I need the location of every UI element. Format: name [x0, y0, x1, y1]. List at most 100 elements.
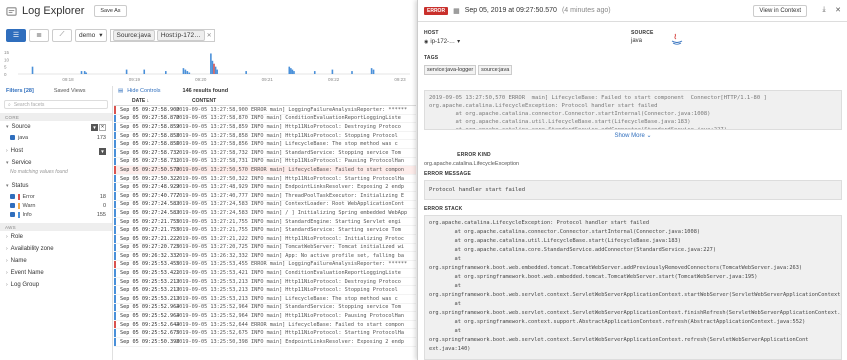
facet-value-java[interactable]: java 173: [0, 133, 112, 142]
histogram-bar[interactable]: [31, 66, 34, 74]
histogram-bar[interactable]: [370, 68, 373, 74]
facet-value-error[interactable]: Error 18: [0, 192, 112, 201]
histogram-bar[interactable]: [165, 71, 167, 74]
log-row[interactable]: Sep 05 09:27:50.570 2019-09-05 13:27:50,5…: [114, 166, 416, 175]
histogram-bar[interactable]: [331, 69, 334, 74]
view-in-context-button[interactable]: View in Context: [753, 5, 807, 17]
facet-search-input[interactable]: ⌕ Search facets: [4, 100, 108, 109]
log-row[interactable]: Sep 05 09:27:58.870 2019-09-05 13:27:58,8…: [114, 114, 416, 124]
search-chip-source[interactable]: Source:java: [112, 29, 155, 41]
log-row[interactable]: Sep 05 09:27:24.583 2019-09-05 13:27:24,5…: [114, 200, 416, 210]
exclude-icon[interactable]: ✕: [99, 123, 106, 131]
log-row[interactable]: Sep 05 09:25:53.213 2019-09-05 13:25:53,2…: [114, 277, 416, 287]
sidebar-toggle-icon[interactable]: ▤: [118, 88, 123, 94]
log-row[interactable]: Sep 05 09:27:58.732 2019-09-05 13:27:58,7…: [114, 148, 416, 158]
close-icon[interactable]: ✕: [833, 5, 843, 15]
histogram-bar[interactable]: [372, 69, 375, 74]
histogram-bar[interactable]: [184, 69, 187, 74]
source-value[interactable]: java: [631, 38, 654, 44]
facet-role[interactable]: › Role: [0, 231, 112, 243]
save-as-button[interactable]: Save As: [94, 5, 127, 17]
histogram-bar[interactable]: [186, 71, 189, 74]
checkbox-icon[interactable]: [10, 212, 15, 217]
list-view-button[interactable]: ☰: [6, 28, 26, 42]
log-row[interactable]: Sep 05 09:27:21.755 2019-09-05 13:27:21,7…: [114, 226, 416, 235]
log-row[interactable]: Sep 05 09:27:58.731 2019-09-05 13:27:58,7…: [114, 157, 416, 167]
histogram-bar[interactable]: [293, 71, 295, 74]
timeseries-view-button[interactable]: ⟋: [52, 28, 72, 42]
histogram-bar[interactable]: [291, 69, 294, 74]
facet-value-warn[interactable]: Warn 0: [0, 201, 112, 210]
log-row[interactable]: Sep 05 09:27:58.858 2019-09-05 13:27:58,8…: [114, 131, 416, 141]
checkbox-icon[interactable]: [10, 135, 15, 140]
log-row[interactable]: Sep 05 09:27:40.777 2019-09-05 13:27:40,7…: [114, 191, 416, 201]
facet-status[interactable]: ▾ Status: [0, 180, 112, 192]
funnel-icon[interactable]: ▼: [99, 147, 106, 155]
tag-pill[interactable]: service:java-logger: [424, 65, 477, 75]
facet-source[interactable]: ▾ Source ▼ ✕: [0, 121, 112, 133]
table-view-button[interactable]: ≣: [29, 28, 49, 42]
log-row[interactable]: Sep 05 09:25:52.644 2019-09-05 13:25:52,6…: [114, 320, 416, 330]
histogram-bar[interactable]: [211, 60, 214, 74]
checkbox-icon[interactable]: [10, 203, 15, 208]
log-row[interactable]: Sep 05 09:25:52.964 2019-09-05 13:25:52,9…: [114, 303, 416, 313]
histogram-bar[interactable]: [143, 69, 146, 74]
histogram-bar[interactable]: [214, 66, 217, 74]
histogram-bar[interactable]: [182, 68, 185, 74]
log-row[interactable]: Sep 05 09:27:21.222 2019-09-05 13:27:21,2…: [114, 234, 416, 244]
log-row[interactable]: Sep 05 09:27:58.859 2019-09-05 13:27:58,8…: [114, 123, 416, 132]
facet-service[interactable]: ▾ Service: [0, 157, 112, 169]
log-row[interactable]: Sep 05 09:25:53.455 2019-09-05 13:25:53,4…: [114, 260, 416, 270]
log-row[interactable]: Sep 05 09:27:58.856 2019-09-05 13:27:58,8…: [114, 140, 416, 149]
histogram-bar[interactable]: [83, 71, 86, 74]
tab-filters[interactable]: Filters [28]: [6, 88, 34, 94]
facet-value-info[interactable]: Info 155: [0, 210, 112, 219]
facet-name[interactable]: › Name: [0, 255, 112, 267]
histogram-bar[interactable]: [290, 68, 292, 74]
log-row[interactable]: Sep 05 09:25:50.398 2019-09-05 13:25:50,3…: [114, 338, 416, 347]
log-row[interactable]: Sep 05 09:26:32.332 2019-09-05 13:26:32,3…: [114, 252, 416, 261]
log-row[interactable]: Sep 05 09:27:20.725 2019-09-05 13:27:20,7…: [114, 243, 416, 253]
host-value-row[interactable]: ◉ ip-172-… ▾: [424, 38, 460, 46]
log-row[interactable]: Sep 05 09:25:53.421 2019-09-05 13:25:53,4…: [114, 269, 416, 278]
close-icon[interactable]: ✕: [207, 32, 212, 39]
histogram-bar[interactable]: [245, 71, 247, 74]
histogram-bar[interactable]: [313, 71, 316, 74]
tab-saved-views[interactable]: Saved Views: [54, 88, 86, 94]
funnel-icon[interactable]: ▼: [91, 123, 98, 131]
histogram-bar[interactable]: [210, 53, 212, 74]
facet-log-group[interactable]: › Log Group: [0, 279, 112, 291]
search-chip-host[interactable]: Host:ip-172…: [156, 29, 205, 41]
histogram-bar[interactable]: [85, 72, 88, 74]
date-column-header[interactable]: DATE ↓: [132, 98, 192, 104]
facet-availability-zone[interactable]: › Availability zone: [0, 243, 112, 255]
log-row[interactable]: Sep 05 09:27:21.755 2019-09-05 13:27:21,7…: [114, 217, 416, 227]
log-row[interactable]: Sep 05 09:27:48.929 2019-09-05 13:27:48,9…: [114, 183, 416, 192]
search-input[interactable]: Source:java Host:ip-172… ✕: [109, 28, 215, 42]
log-histogram[interactable]: 15 10 5 0 09:18 09:19 09:20 09:21 09:22 09:23: [0, 48, 416, 84]
content-column-header[interactable]: CONTENT: [192, 98, 216, 104]
histogram-bar[interactable]: [288, 66, 291, 74]
hide-controls-button[interactable]: Hide Controls: [127, 88, 160, 94]
log-row[interactable]: Sep 05 09:27:58.900 2019-09-05 13:27:58,9…: [114, 106, 416, 115]
log-row[interactable]: Sep 05 09:25:52.675 2019-09-05 13:25:52,6…: [114, 329, 416, 339]
log-row[interactable]: Sep 05 09:27:24.583 2019-09-05 13:27:24,5…: [114, 209, 416, 218]
log-row[interactable]: Sep 05 09:27:50.322 2019-09-05 13:27:50,3…: [114, 174, 416, 184]
tag-pill[interactable]: source:java: [478, 65, 513, 75]
checkbox-icon[interactable]: [10, 194, 15, 199]
log-row[interactable]: Sep 05 09:25:53.213 2019-09-05 13:25:53,2…: [114, 286, 416, 296]
histogram-bar[interactable]: [125, 69, 128, 74]
log-row[interactable]: Sep 05 09:25:53.213 2019-09-05 13:25:53,2…: [114, 295, 416, 304]
histogram-bar[interactable]: [188, 72, 191, 74]
histogram-bar[interactable]: [213, 63, 215, 74]
histogram-bar[interactable]: [80, 71, 83, 74]
facet-host[interactable]: › Host ▼: [0, 145, 112, 157]
facet-event-name[interactable]: › Event Name: [0, 267, 112, 279]
log-content: 2019-09-05 13:27:20,725 INFO main] Tomca…: [176, 244, 404, 251]
index-select[interactable]: demo ▾: [75, 28, 107, 42]
download-icon[interactable]: ⤓: [819, 5, 829, 15]
log-row[interactable]: Sep 05 09:25:52.964 2019-09-05 13:25:52,9…: [114, 312, 416, 321]
histogram-bar[interactable]: [351, 71, 353, 74]
histogram-bar[interactable]: [216, 69, 218, 74]
show-more-button[interactable]: Show More ⌄: [424, 132, 842, 139]
